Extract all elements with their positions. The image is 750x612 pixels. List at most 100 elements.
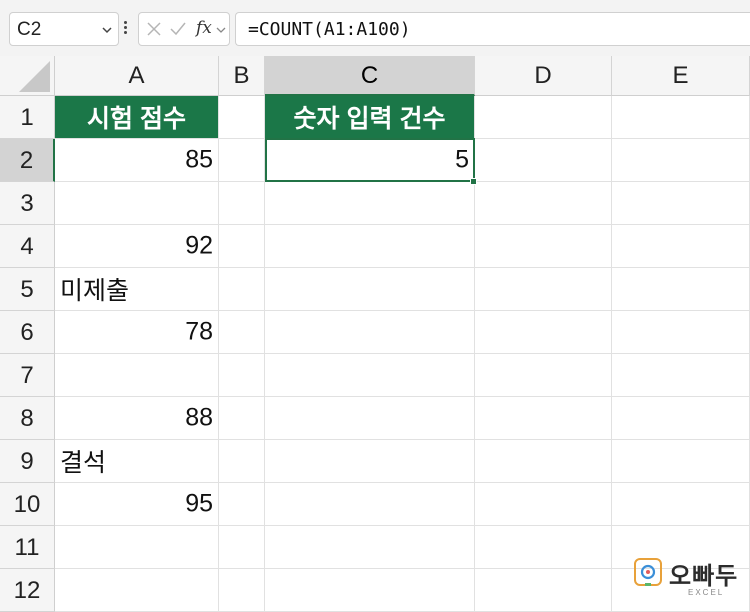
cell-a1-text: 시험 점수 — [87, 105, 186, 133]
cell-d7[interactable] — [475, 354, 612, 397]
row-header-6[interactable]: 6 — [0, 311, 55, 354]
column-header-d[interactable]: D — [475, 56, 612, 96]
cell-a9[interactable]: 결석 — [55, 440, 219, 483]
cell-a7[interactable] — [55, 354, 219, 397]
cell-b1[interactable] — [219, 96, 265, 139]
cell-c11[interactable] — [265, 526, 475, 569]
fill-handle[interactable] — [470, 178, 477, 185]
row-header-4[interactable]: 4 — [0, 225, 55, 268]
active-cell-border — [265, 138, 475, 182]
cell-d1[interactable] — [475, 96, 612, 139]
cell-e1[interactable] — [612, 96, 750, 139]
more-options-icon[interactable] — [123, 19, 129, 39]
cell-c1[interactable]: 숫자 입력 건수 — [265, 96, 475, 139]
name-box-value: C2 — [17, 19, 42, 40]
formula-buttons: fx — [138, 12, 230, 46]
cell-e6[interactable] — [612, 311, 750, 354]
cell-c8[interactable] — [265, 397, 475, 440]
cell-d5[interactable] — [475, 268, 612, 311]
cell-c12[interactable] — [265, 569, 475, 612]
cell-b8[interactable] — [219, 397, 265, 440]
column-header-b[interactable]: B — [219, 56, 265, 96]
row-header-2[interactable]: 2 — [0, 139, 55, 182]
cell-a2-text: 85 — [185, 145, 213, 174]
cell-c5[interactable] — [265, 268, 475, 311]
cell-c6[interactable] — [265, 311, 475, 354]
cancel-icon[interactable] — [145, 20, 163, 38]
cell-e9[interactable] — [612, 440, 750, 483]
name-box[interactable]: C2 — [9, 12, 119, 46]
row-header-12[interactable]: 12 — [0, 569, 55, 612]
cell-d6[interactable] — [475, 311, 612, 354]
cell-d3[interactable] — [475, 182, 612, 225]
cell-a6-text: 78 — [185, 317, 213, 346]
logo: 오빠두 EXCEL — [633, 556, 743, 608]
cell-b6[interactable] — [219, 311, 265, 354]
cell-b5[interactable] — [219, 268, 265, 311]
row-header-1[interactable]: 1 — [0, 96, 55, 139]
cell-d10[interactable] — [475, 483, 612, 526]
cell-a6[interactable]: 78 — [55, 311, 219, 354]
column-header-e[interactable]: E — [612, 56, 750, 96]
cell-d11[interactable] — [475, 526, 612, 569]
cell-b4[interactable] — [219, 225, 265, 268]
row-header-7[interactable]: 7 — [0, 354, 55, 397]
cell-a5[interactable]: 미제출 — [55, 268, 219, 311]
cell-b2[interactable] — [219, 139, 265, 182]
cell-d12[interactable] — [475, 569, 612, 612]
cell-a8-text: 88 — [185, 403, 213, 432]
cell-e2[interactable] — [612, 139, 750, 182]
cell-e4[interactable] — [612, 225, 750, 268]
row-header-5[interactable]: 5 — [0, 268, 55, 311]
cell-a2[interactable]: 85 — [55, 139, 219, 182]
cell-e5[interactable] — [612, 268, 750, 311]
cell-b10[interactable] — [219, 483, 265, 526]
cell-a3[interactable] — [55, 182, 219, 225]
column-header-a[interactable]: A — [55, 56, 219, 96]
chevron-down-icon[interactable] — [100, 23, 114, 37]
cell-a12[interactable] — [55, 569, 219, 612]
check-icon[interactable] — [169, 20, 187, 38]
cell-c10[interactable] — [265, 483, 475, 526]
cell-d4[interactable] — [475, 225, 612, 268]
cell-b12[interactable] — [219, 569, 265, 612]
cell-c4[interactable] — [265, 225, 475, 268]
cell-a1[interactable]: 시험 점수 — [55, 96, 219, 139]
cell-c3[interactable] — [265, 182, 475, 225]
cell-e7[interactable] — [612, 354, 750, 397]
spreadsheet-grid: A B C D E 1 2 3 4 5 6 7 8 9 10 11 12 시험 … — [0, 56, 750, 612]
row-header-3[interactable]: 3 — [0, 182, 55, 225]
cell-a10[interactable]: 95 — [55, 483, 219, 526]
logo-text: 오빠두 — [669, 563, 739, 590]
cell-c9[interactable] — [265, 440, 475, 483]
cell-c1-text: 숫자 입력 건수 — [293, 105, 446, 133]
cell-a11[interactable] — [55, 526, 219, 569]
cell-b3[interactable] — [219, 182, 265, 225]
row-header-9[interactable]: 9 — [0, 440, 55, 483]
chevron-down-icon[interactable] — [215, 24, 227, 36]
row-header-11[interactable]: 11 — [0, 526, 55, 569]
cell-a8[interactable]: 88 — [55, 397, 219, 440]
select-all-icon — [19, 61, 50, 92]
cell-b7[interactable] — [219, 354, 265, 397]
cell-d2[interactable] — [475, 139, 612, 182]
formula-input[interactable]: =COUNT(A1:A100) — [235, 12, 750, 46]
cell-a4-text: 92 — [185, 231, 213, 260]
formula-text: =COUNT(A1:A100) — [248, 19, 411, 40]
cell-d8[interactable] — [475, 397, 612, 440]
column-header-c[interactable]: C — [265, 56, 475, 96]
cell-a4[interactable]: 92 — [55, 225, 219, 268]
cell-a10-text: 95 — [185, 489, 213, 518]
select-all-corner[interactable] — [0, 56, 55, 96]
row-header-8[interactable]: 8 — [0, 397, 55, 440]
formula-bar: C2 fx =COUNT(A1:A100) — [0, 0, 750, 56]
cell-d9[interactable] — [475, 440, 612, 483]
cell-c7[interactable] — [265, 354, 475, 397]
cell-e3[interactable] — [612, 182, 750, 225]
insert-function-icon[interactable]: fx — [196, 18, 212, 38]
row-header-10[interactable]: 10 — [0, 483, 55, 526]
cell-b9[interactable] — [219, 440, 265, 483]
cell-e8[interactable] — [612, 397, 750, 440]
cell-e10[interactable] — [612, 483, 750, 526]
cell-b11[interactable] — [219, 526, 265, 569]
